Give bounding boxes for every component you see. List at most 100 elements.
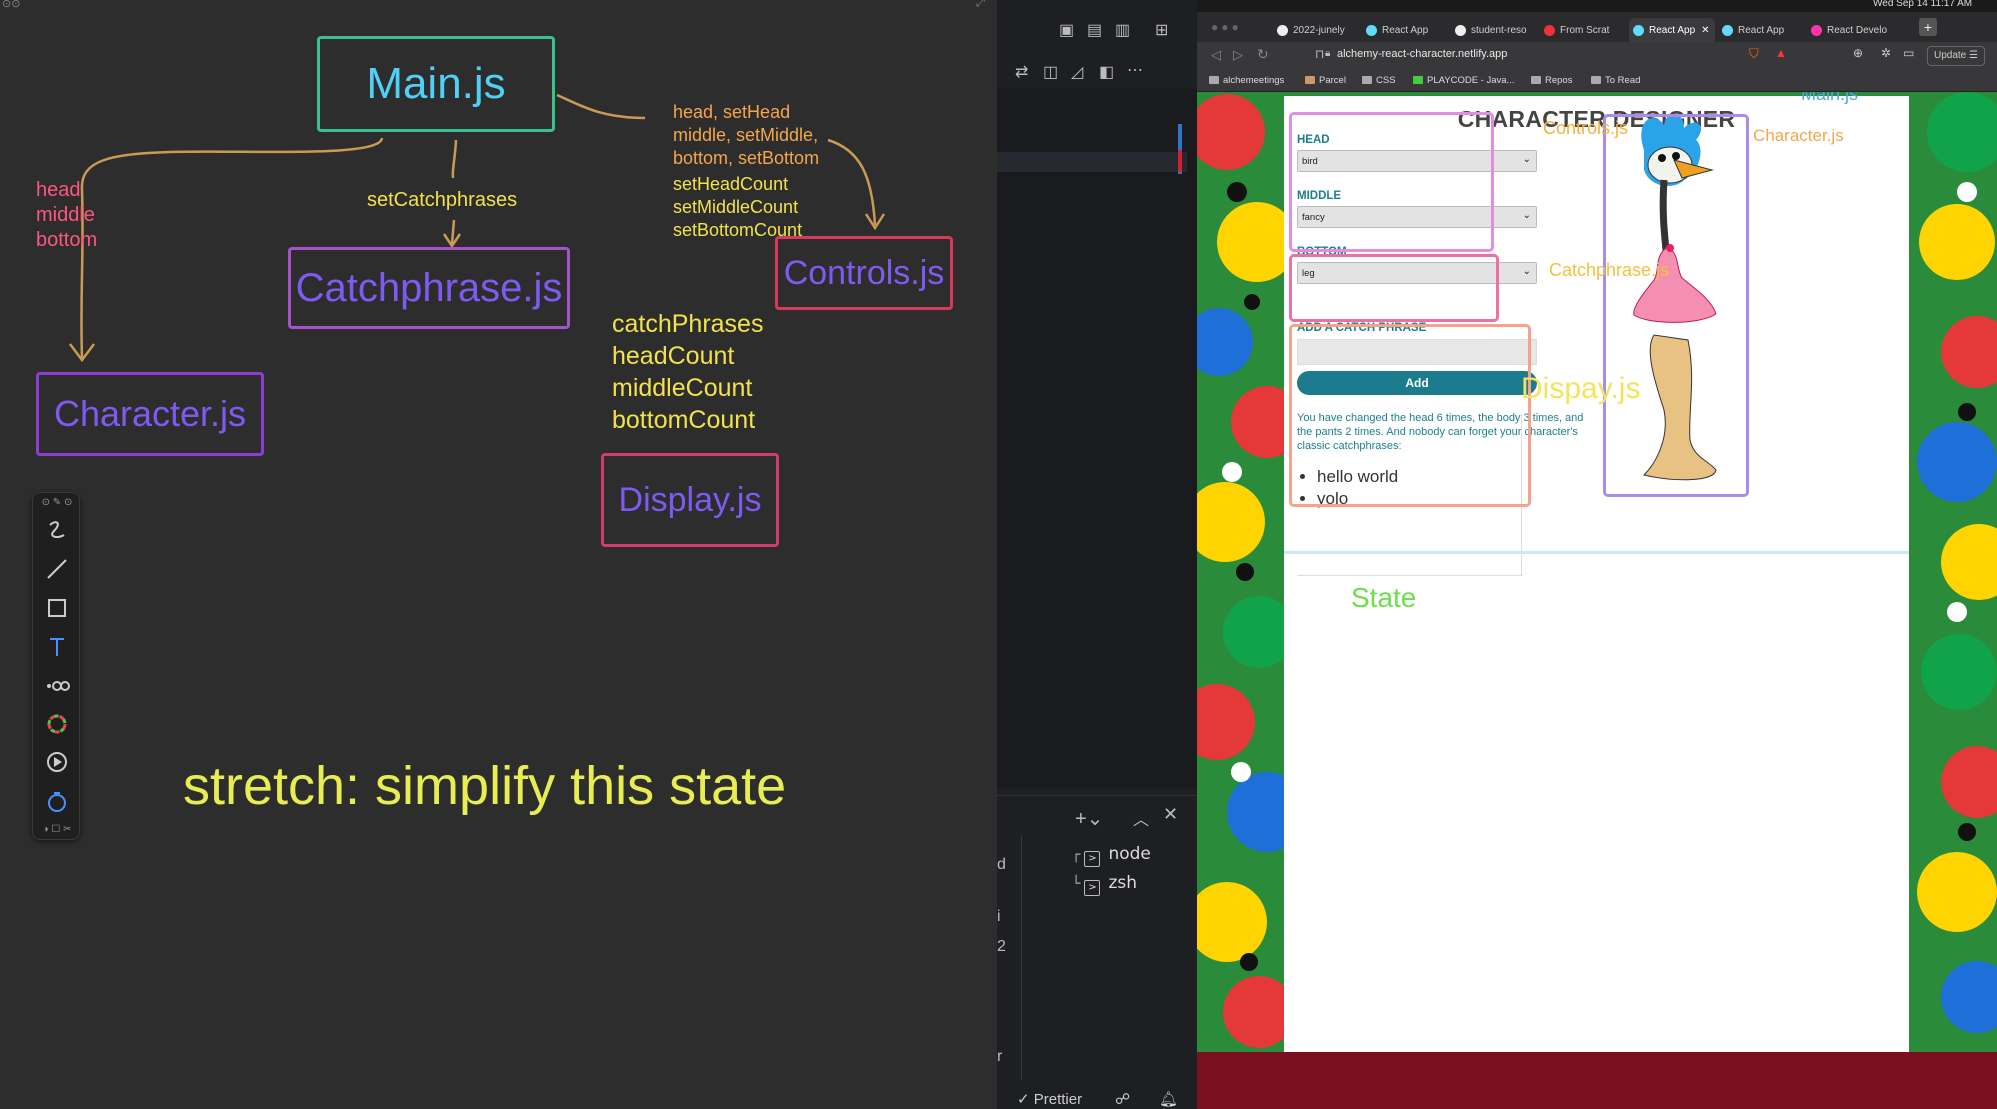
annotation-box-controls: [1289, 112, 1494, 252]
whiteboard-canvas[interactable]: ⊙⊙ ⤢ Main.js Catchphrase.js Controls.js …: [0, 0, 997, 1109]
feedback-icon[interactable]: ☍: [1115, 1090, 1130, 1108]
color-wheel-icon[interactable]: [33, 707, 81, 741]
editor-area[interactable]: [997, 88, 1197, 788]
toggle-secondary-icon[interactable]: ▥: [1115, 20, 1130, 40]
arrow-main-to-catchphrase: [451, 139, 458, 179]
terminal-icon: >: [1084, 851, 1101, 867]
brave-shield-icon[interactable]: ⛉: [1749, 46, 1759, 62]
traffic-lights-icon[interactable]: ●●●: [1211, 20, 1242, 34]
new-terminal-icon[interactable]: +⌄: [1075, 806, 1103, 831]
toolbar-footer-icons[interactable]: ◑ ☐ ✂: [33, 819, 81, 839]
more-actions-icon[interactable]: ⋯: [1127, 60, 1143, 80]
tab-bar: ●●● 2022-junely React App student-reso F…: [1197, 12, 1997, 46]
bookmark-to-read[interactable]: To Read: [1591, 75, 1640, 86]
annotation-state: State: [1351, 582, 1417, 613]
bookmarks-bar: alchemeetings Parcel CSS PLAYCODE - Java…: [1197, 70, 1997, 92]
connector-icon[interactable]: [33, 669, 81, 703]
label-character-props: head middle bottom: [36, 179, 98, 251]
editor-topbar: ▣ ▤ ▥ ⊞: [997, 0, 1197, 60]
arrow-label-to-controls: [827, 138, 877, 226]
bookmark-parcel[interactable]: Parcel: [1305, 75, 1346, 86]
connector-arrows: [69, 93, 886, 363]
layout-icon[interactable]: ⊞: [1155, 20, 1168, 40]
open-preview-icon[interactable]: ◫: [1043, 62, 1058, 82]
forward-icon[interactable]: ▷: [1233, 47, 1243, 63]
arrow-label-to-catchphrase: [450, 219, 456, 245]
lock-icon: 🔒︎: [1325, 48, 1331, 59]
close-panel-icon[interactable]: ✕: [1163, 804, 1178, 825]
bookmark-alchemeetings[interactable]: alchemeetings: [1209, 75, 1284, 86]
rectangle-icon[interactable]: [33, 591, 81, 625]
text-icon[interactable]: [33, 630, 81, 664]
screen: ⊙⊙ ⤢ Main.js Catchphrase.js Controls.js …: [0, 0, 1997, 1109]
node-display[interactable]: Display.js: [601, 453, 779, 547]
address-bar-row: ◁ ▷ ↻ ⊓ 🔒︎ alchemy-react-character.netli…: [1197, 42, 1997, 70]
chevron-down-icon: ⌄: [1522, 154, 1531, 165]
bookmark-icon[interactable]: ⊓: [1315, 47, 1324, 61]
editor-selection-line: [997, 152, 1187, 172]
arrow-main-to-controls: [556, 93, 646, 120]
node-character[interactable]: Character.js: [36, 372, 264, 456]
node-catchphrase-label: Catchphrase.js: [295, 266, 563, 310]
node-controls[interactable]: Controls.js: [775, 236, 953, 310]
tab-react-app-3[interactable]: React App: [1718, 18, 1804, 42]
tab-react-app-active[interactable]: React App ✕: [1629, 18, 1715, 42]
node-character-label: Character.js: [53, 393, 247, 434]
gutter-letter: r: [997, 1048, 1003, 1065]
annotation-box-character: [1603, 114, 1749, 497]
pen-icon[interactable]: [33, 513, 81, 547]
mac-menubar: Wed Sep 14 11:17 AM: [1197, 0, 1997, 12]
stretch-note: stretch: simplify this state: [183, 756, 787, 816]
scroll-error-mark: [1178, 150, 1182, 172]
terminal-divider: [1021, 836, 1022, 1080]
annotation-box-display: [1289, 324, 1531, 507]
split-editor-icon[interactable]: ◧: [1099, 62, 1114, 82]
chevron-down-icon: ⌄: [1522, 266, 1531, 277]
annotation-character: Character.js: [1753, 126, 1844, 145]
timeline-icon[interactable]: ◿: [1071, 62, 1083, 82]
close-tab-icon[interactable]: ✕: [1701, 25, 1709, 36]
terminal-icon: >: [1084, 880, 1101, 896]
line-icon[interactable]: [33, 552, 81, 586]
node-main[interactable]: Main.js: [317, 36, 555, 132]
tab-2022-junely[interactable]: 2022-junely: [1273, 18, 1359, 42]
node-catchphrase[interactable]: Catchphrase.js: [288, 247, 570, 329]
update-button[interactable]: Update ☰: [1927, 46, 1985, 66]
code-editor-panel: ▣ ▤ ▥ ⊞ ⇄ ◫ ◿ ◧ ⋯ +⌄ ︿ ✕ ┌ > node └ > zsh d …: [997, 0, 1197, 1109]
gutter-letter: i: [997, 908, 1001, 925]
play-icon[interactable]: [33, 745, 81, 779]
node-main-label: Main.js: [366, 59, 506, 108]
tab-react-app-1[interactable]: React App: [1362, 18, 1448, 42]
url-field[interactable]: alchemy-react-character.netlify.app: [1337, 48, 1507, 60]
extension-icon[interactable]: ⊕: [1853, 46, 1863, 60]
notifications-icon[interactable]: 🔔︎: [1159, 1090, 1178, 1108]
back-icon[interactable]: ◁: [1211, 47, 1221, 63]
brave-rewards-icon[interactable]: ▲: [1775, 46, 1787, 60]
toggle-panel-icon[interactable]: ▤: [1087, 20, 1102, 40]
terminal-item-zsh[interactable]: └ > zsh: [1072, 873, 1137, 896]
bookmark-repos[interactable]: Repos: [1531, 75, 1572, 86]
toolbar-header-icons[interactable]: ⊙ ✎ ⊙: [33, 493, 81, 511]
bookmark-playcode[interactable]: PLAYCODE - Java...: [1413, 75, 1514, 86]
compare-icon[interactable]: ⇄: [1015, 62, 1028, 82]
puzzle-icon[interactable]: ✲: [1881, 46, 1891, 60]
drawing-toolbar: ⊙ ✎ ⊙ ◑ ☐ ✂: [32, 492, 80, 840]
reload-icon[interactable]: ↻: [1257, 46, 1269, 63]
tab-student-resources[interactable]: student-reso: [1451, 18, 1537, 42]
wallet-icon[interactable]: ▭: [1903, 46, 1914, 60]
label-controls-counts: setHeadCount setMiddleCount setBottomCou…: [673, 174, 803, 240]
prettier-status[interactable]: ✓ Prettier: [1017, 1090, 1082, 1108]
maximize-panel-icon[interactable]: ︿: [1133, 806, 1149, 830]
timer-icon[interactable]: [33, 785, 81, 819]
tab-react-developer[interactable]: React Develo: [1807, 18, 1893, 42]
gutter-letter: 2: [997, 938, 1006, 955]
terminal-item-node[interactable]: ┌ > node: [1072, 844, 1151, 867]
node-controls-label: Controls.js: [783, 254, 945, 292]
toggle-sidebar-icon[interactable]: ▣: [1059, 20, 1074, 40]
annotation-display: Dispay.js: [1521, 372, 1641, 405]
tab-from-scratch[interactable]: From Scrat: [1540, 18, 1626, 42]
new-tab-button[interactable]: +: [1919, 18, 1937, 36]
annotation-main: Main.js: [1801, 92, 1859, 104]
bookmark-css[interactable]: CSS: [1362, 75, 1396, 86]
terminal-panel: +⌄ ︿ ✕ ┌ > node └ > zsh d i 2 r: [997, 795, 1197, 1109]
